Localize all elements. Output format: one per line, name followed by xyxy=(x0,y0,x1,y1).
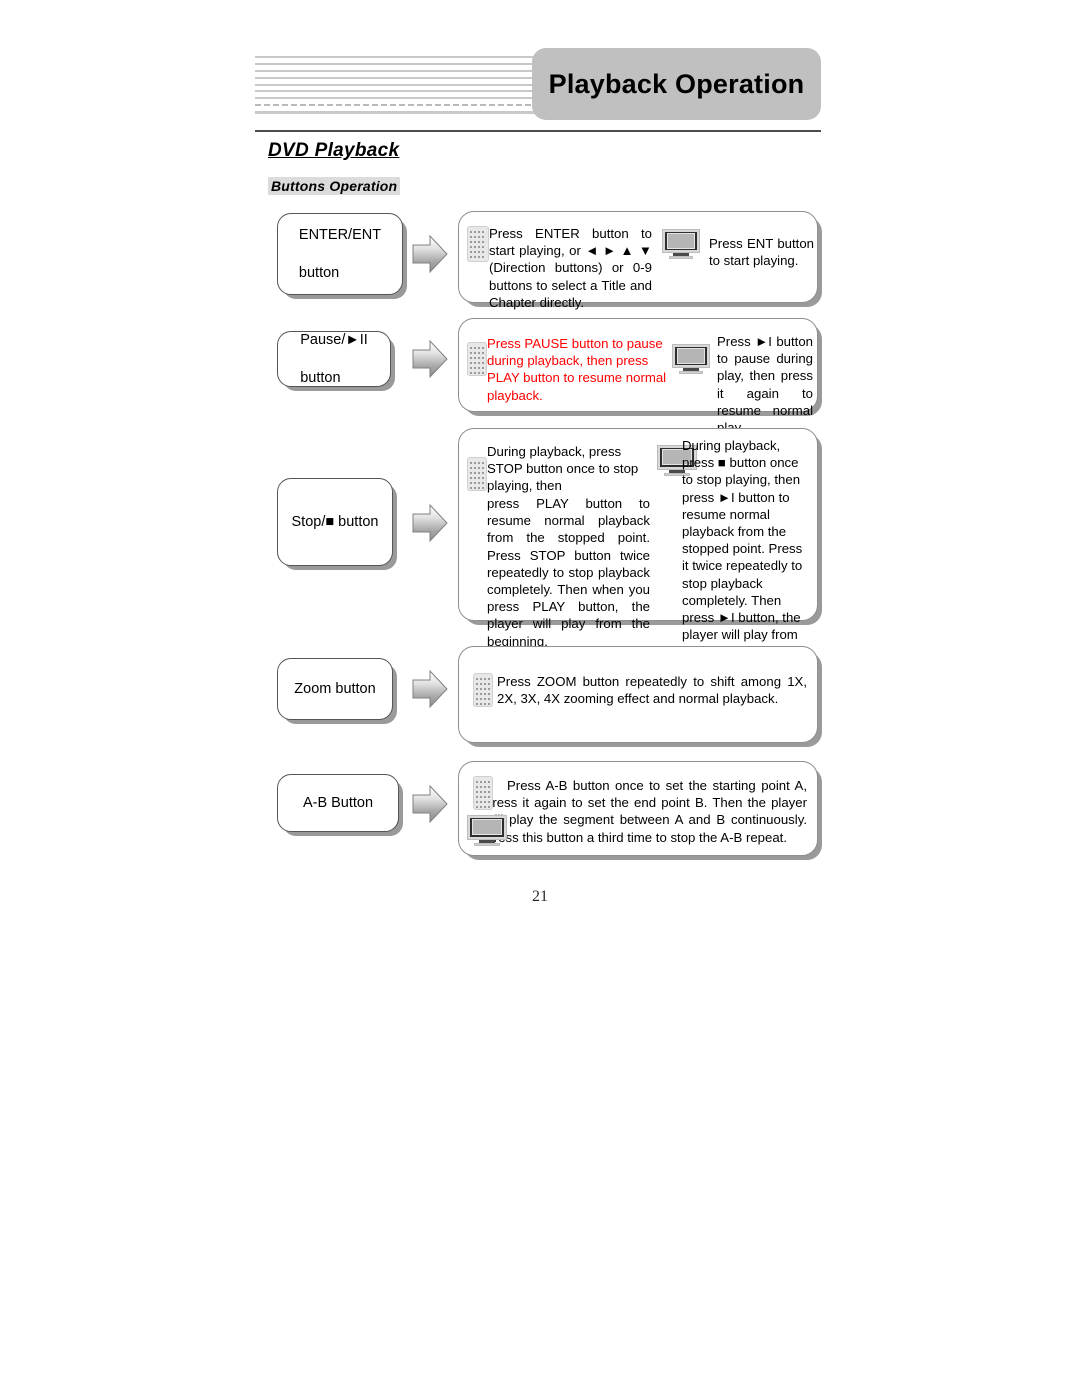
label-line-1: ENTER/ENT xyxy=(298,226,382,243)
header-decoration-line xyxy=(255,62,547,65)
header-decoration-line xyxy=(255,76,547,79)
right-arrow-icon xyxy=(411,233,449,275)
tv-instruction-text: Press ►I button to pause during play, th… xyxy=(717,334,813,435)
header-decoration-line xyxy=(255,83,547,86)
remote-instruction-text-head: During playback, press STOP button once … xyxy=(487,444,639,494)
button-label-zoom: Zoom button xyxy=(277,658,393,720)
page-title: Playback Operation xyxy=(548,68,805,99)
button-label-text: Stop/■ button xyxy=(291,513,379,530)
button-label-text: ENTER/ENT button xyxy=(299,226,381,283)
right-arrow-icon xyxy=(411,338,449,380)
button-label-a-b: A-B Button xyxy=(277,774,399,832)
television-icon xyxy=(662,229,700,259)
header-decoration-line xyxy=(255,69,547,72)
header-rule xyxy=(255,130,821,132)
remote-instruction-text-body: press PLAY button to resume normal playb… xyxy=(487,496,650,649)
page-number: 21 xyxy=(532,888,548,905)
description-panel-pause: Press PAUSE button to pause during playb… xyxy=(458,318,818,435)
label-line-1: Pause/►II xyxy=(300,331,368,348)
description-panel-zoom: Press ZOOM button repeatedly to shift am… xyxy=(458,646,818,743)
button-label-enter-ent: ENTER/ENT button xyxy=(277,213,403,295)
tv-instruction-text: Press ENT button to start playing. xyxy=(709,236,814,269)
remote-instruction-text: Press A-B button once to set the startin… xyxy=(485,778,807,845)
remote-instruction-text: Press ZOOM button repeatedly to shift am… xyxy=(497,674,807,707)
section-subtitle: Buttons Operation xyxy=(268,177,401,195)
page-header: Playback Operation xyxy=(255,48,821,126)
remote-instruction-text: Press PAUSE button to pause during playb… xyxy=(487,336,667,403)
header-decoration-lines xyxy=(255,56,547,118)
remote-control-icon xyxy=(467,342,487,376)
remote-control-icon xyxy=(473,673,493,707)
button-label-stop: Stop/■ button xyxy=(277,478,393,566)
right-arrow-icon xyxy=(411,502,449,544)
television-icon xyxy=(672,344,710,374)
document-page: Playback Operation DVD Playback Buttons … xyxy=(0,0,1080,1397)
label-line-2: button xyxy=(298,264,340,281)
television-icon xyxy=(467,815,507,846)
header-decoration-line xyxy=(255,97,547,100)
section-title: DVD Playback xyxy=(268,140,400,161)
header-decoration-line xyxy=(255,90,547,93)
remote-control-icon xyxy=(473,776,493,810)
button-label-text: Zoom button xyxy=(294,680,376,697)
header-decoration-line xyxy=(255,56,547,58)
button-label-text: A-B Button xyxy=(302,794,374,811)
remote-control-icon xyxy=(467,226,489,262)
remote-instruction-text: Press ENTER button to start playing, or … xyxy=(489,226,652,310)
description-panel-enter-ent: Press ENTER button to start playing, or … xyxy=(458,211,818,310)
remote-control-icon xyxy=(467,457,487,491)
tv-instruction-text: During playback, press ■ button once to … xyxy=(682,438,803,659)
button-label-text: Pause/►II button xyxy=(300,331,368,388)
header-decoration-line xyxy=(255,111,547,115)
header-decoration-line xyxy=(255,104,547,107)
button-label-pause: Pause/►II button xyxy=(277,331,391,387)
right-arrow-icon xyxy=(411,783,449,825)
label-line-2: button xyxy=(300,369,341,386)
right-arrow-icon xyxy=(411,668,449,710)
header-title-band: Playback Operation xyxy=(532,48,821,120)
description-panel-stop: During playback, press STOP button once … xyxy=(458,428,818,659)
description-panel-a-b: Press A-B button once to set the startin… xyxy=(458,761,818,856)
